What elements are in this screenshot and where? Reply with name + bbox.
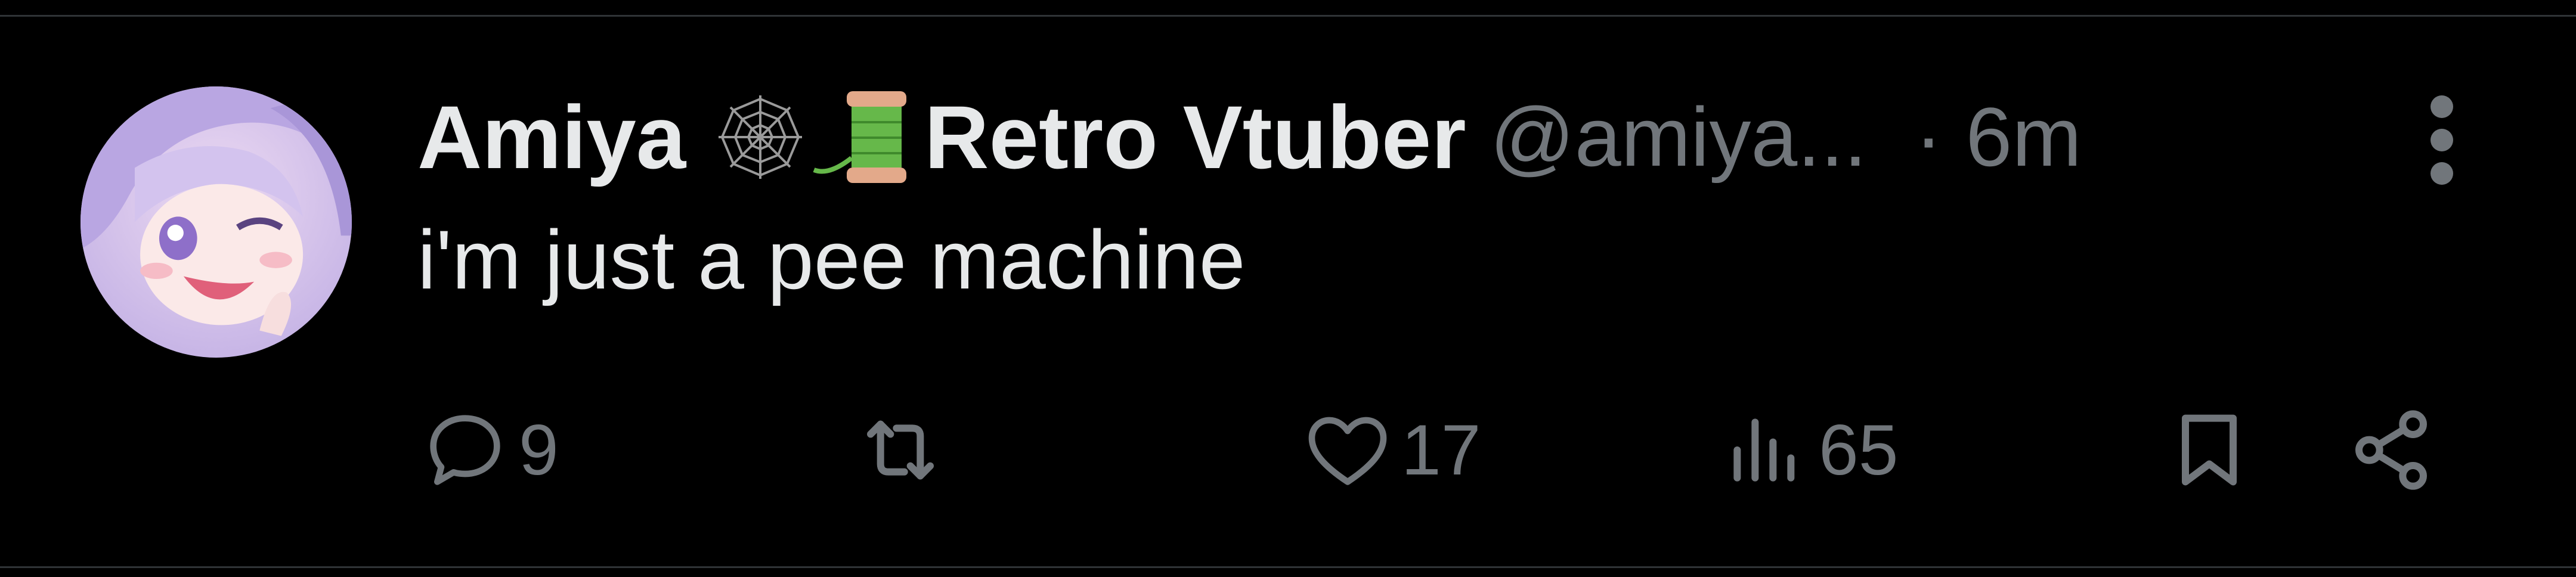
like-button[interactable]: 17 bbox=[1300, 396, 1481, 504]
views-count: 65 bbox=[1819, 410, 1899, 490]
views-button[interactable]: 65 bbox=[1717, 396, 1898, 504]
heart-icon bbox=[1308, 417, 1387, 485]
display-name[interactable]: Amiya bbox=[417, 86, 686, 189]
tweet-actions: 9 17 65 bbox=[0, 396, 2576, 504]
tweet-text: i'm just a pee machine bbox=[417, 213, 1246, 306]
like-count: 17 bbox=[1401, 410, 1481, 490]
top-divider bbox=[0, 0, 2576, 17]
share-button[interactable] bbox=[2343, 396, 2439, 504]
share-icon bbox=[2355, 410, 2427, 490]
timestamp[interactable]: · 6m bbox=[1915, 89, 2082, 185]
thread-spool-icon bbox=[813, 91, 907, 183]
spider-web-icon bbox=[719, 91, 907, 183]
more-dot-icon bbox=[2431, 95, 2453, 118]
avatar[interactable] bbox=[80, 86, 352, 358]
views-chart-icon bbox=[1733, 418, 1795, 482]
bookmark-button[interactable] bbox=[2162, 396, 2257, 504]
more-dot-icon bbox=[2431, 129, 2453, 151]
bookmark-icon bbox=[2182, 414, 2237, 486]
bottom-divider bbox=[0, 566, 2576, 577]
tweet-header: Amiya Retro Vtuber @amiya... · 6m bbox=[417, 83, 2552, 191]
reply-count: 9 bbox=[519, 410, 559, 490]
repost-button[interactable] bbox=[853, 396, 954, 504]
avatar-image bbox=[80, 86, 352, 358]
reply-button[interactable]: 9 bbox=[417, 396, 559, 504]
name-emojis bbox=[710, 86, 912, 188]
more-options-button[interactable] bbox=[2403, 89, 2481, 191]
more-dot-icon bbox=[2431, 162, 2453, 185]
reply-icon bbox=[430, 415, 500, 485]
user-handle[interactable]: @amiya... bbox=[1490, 89, 1867, 185]
display-name-suffix[interactable]: Retro Vtuber bbox=[924, 86, 1466, 189]
repost-icon bbox=[867, 420, 934, 480]
